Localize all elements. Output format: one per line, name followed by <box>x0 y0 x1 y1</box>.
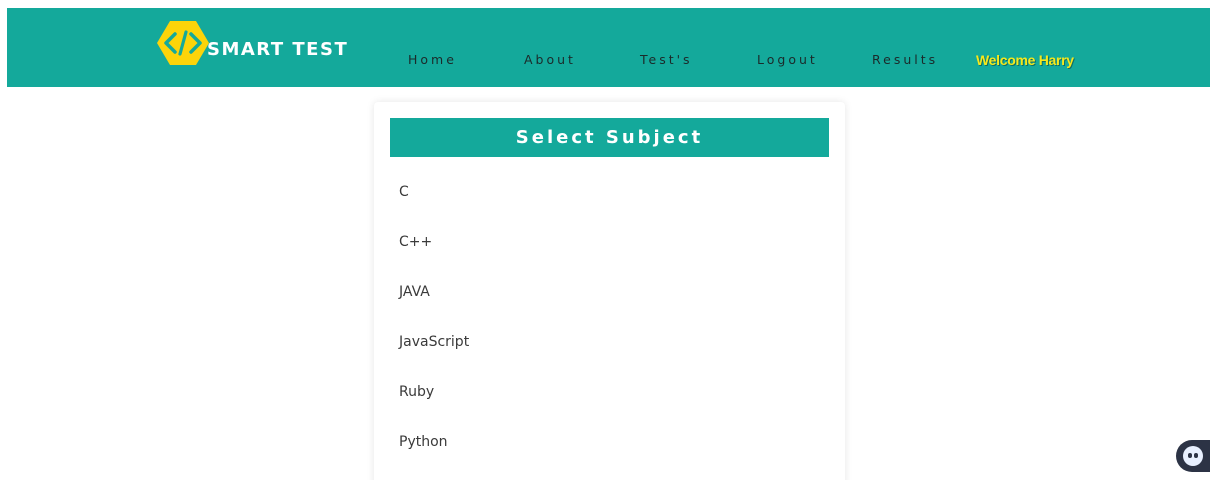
code-brackets-icon <box>157 21 209 65</box>
nav-home[interactable]: Home <box>408 52 457 67</box>
site-logo[interactable]: SMART TEST <box>157 20 348 66</box>
top-navbar: SMART TEST Home About Test's Logout Resu… <box>7 8 1210 87</box>
subject-list: C C++ JAVA JavaScript Ruby Python <box>399 182 469 480</box>
subject-item-python[interactable]: Python <box>399 432 469 480</box>
subject-card: Select Subject C C++ JAVA JavaScript Rub… <box>374 102 845 480</box>
nav-tests[interactable]: Test's <box>640 52 693 67</box>
subject-item-java[interactable]: JAVA <box>399 282 469 332</box>
chatbot-icon <box>1183 446 1203 466</box>
page: SMART TEST Home About Test's Logout Resu… <box>0 0 1210 480</box>
subject-item-ruby[interactable]: Ruby <box>399 382 469 432</box>
subject-item-c[interactable]: C <box>399 182 469 232</box>
welcome-user-text: Welcome Harry <box>976 52 1074 68</box>
logo-text: SMART TEST <box>207 38 349 60</box>
card-title: Select Subject <box>515 127 704 148</box>
nav-about[interactable]: About <box>524 52 576 67</box>
subject-item-javascript[interactable]: JavaScript <box>399 332 469 382</box>
nav-results[interactable]: Results <box>872 52 938 67</box>
nav-logout[interactable]: Logout <box>757 52 818 67</box>
chat-widget-button[interactable] <box>1176 440 1210 472</box>
subject-item-cpp[interactable]: C++ <box>399 232 469 282</box>
card-header: Select Subject <box>390 118 829 157</box>
